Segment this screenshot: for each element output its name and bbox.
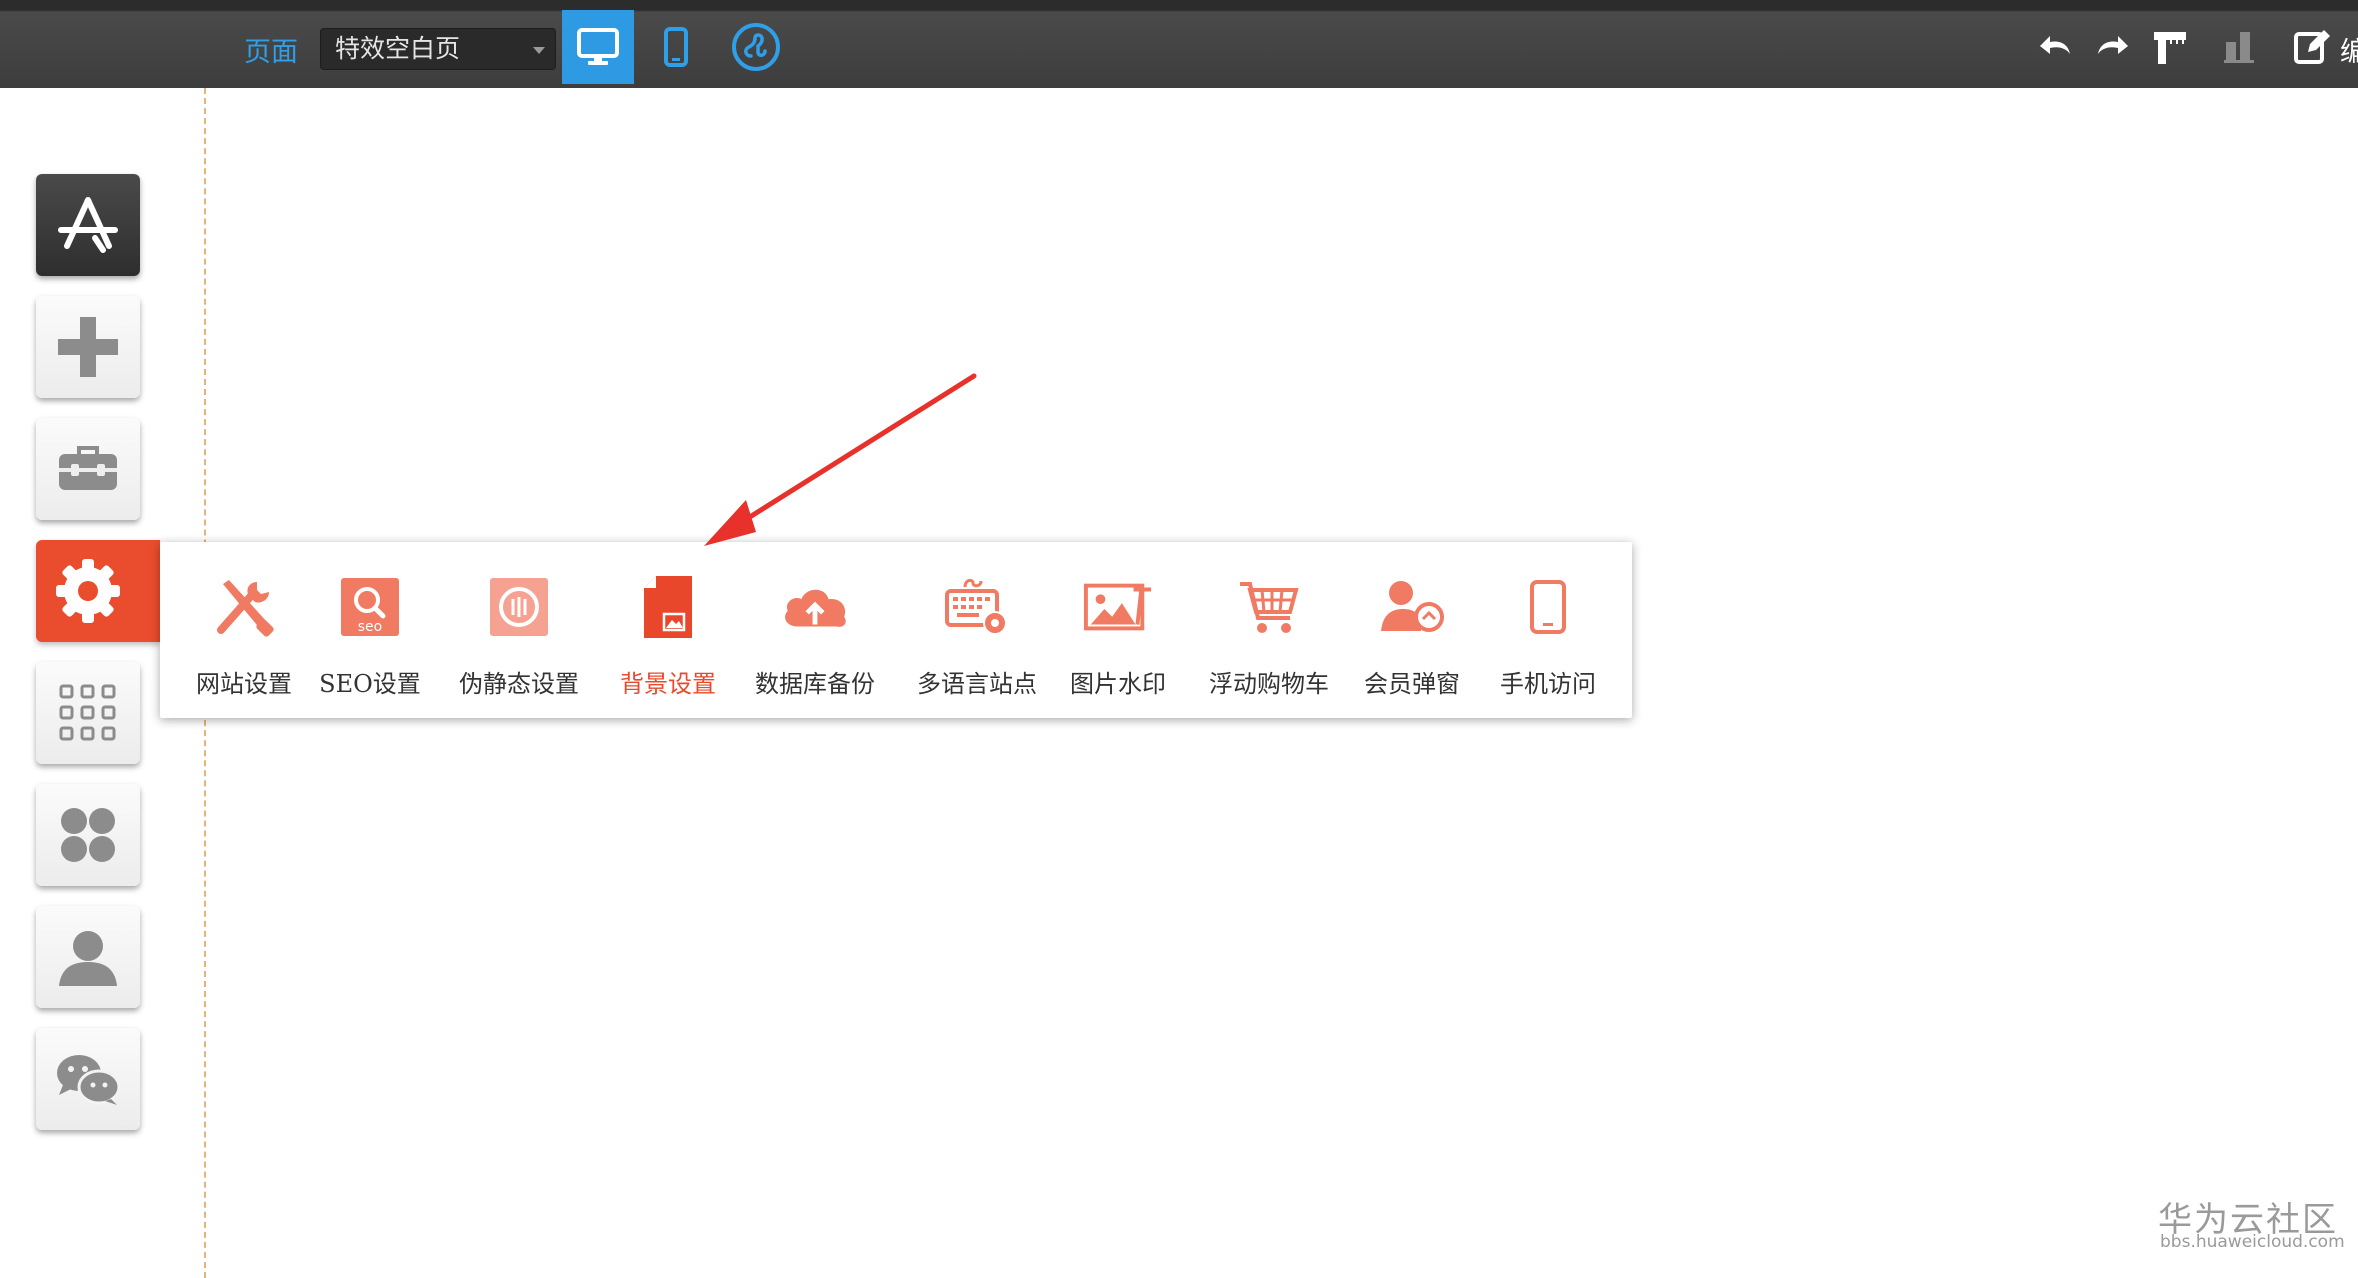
chevron-down-icon (533, 47, 545, 54)
menu-item-member-popup[interactable]: 会员弹窗 (1352, 572, 1472, 712)
mini-program-icon (732, 23, 780, 71)
mini-program-view-button[interactable] (720, 10, 792, 84)
page-label: 页面 (244, 37, 298, 68)
redo-icon[interactable] (2092, 26, 2132, 66)
seo-icon: seo (341, 578, 399, 636)
grid-icon (59, 684, 116, 741)
menu-item-label: 网站设置 (196, 670, 292, 698)
desktop-view-button[interactable] (562, 10, 634, 84)
sidebar-item-settings[interactable] (36, 540, 160, 642)
static-url-icon (490, 578, 548, 636)
cloud-upload-icon (785, 589, 846, 627)
gear-icon (56, 559, 120, 623)
sidebar-item-toolbox[interactable] (36, 418, 140, 520)
menu-item-background-settings[interactable]: 背景设置 (608, 572, 728, 712)
tools-icon (217, 580, 274, 637)
menu-item-seo-settings[interactable]: seo SEO设置 (310, 572, 430, 712)
mobile-view-button[interactable] (640, 10, 712, 84)
menu-item-db-backup[interactable]: 数据库备份 (740, 572, 890, 712)
top-toolbar: 页面 特效空白页 编 (0, 0, 2358, 88)
menu-item-label: 手机访问 (1500, 670, 1596, 698)
clover-icon (61, 808, 115, 862)
sidebar-item-app-store[interactable] (36, 174, 140, 276)
image-watermark-icon (1083, 583, 1152, 631)
menu-item-static-url[interactable]: 伪静态设置 (444, 572, 594, 712)
member-popup-icon (1381, 581, 1444, 632)
app-store-icon (58, 197, 118, 253)
menu-item-label: 多语言站点 (917, 670, 1037, 698)
undo-icon[interactable] (2036, 26, 2076, 66)
menu-item-label: 会员弹窗 (1364, 670, 1460, 698)
menu-item-label: SEO设置 (319, 670, 421, 698)
watermark-url: bbs.huaweicloud.com (2160, 1232, 2345, 1252)
menu-item-label: 浮动购物车 (1209, 670, 1329, 698)
sidebar-item-add[interactable] (36, 296, 140, 398)
settings-menu-popup: 网站设置 seo SEO设置 伪静态设置 背景设置 数据库备份 多语言站点 图片… (160, 542, 1632, 718)
plus-icon (58, 317, 118, 377)
annotation-arrow (704, 373, 977, 546)
menu-item-label: 背景设置 (620, 670, 716, 698)
background-file-icon (644, 576, 692, 638)
edit-icon[interactable] (2292, 26, 2332, 66)
cart-icon (1240, 582, 1299, 633)
desktop-icon (577, 28, 619, 65)
menu-item-mobile-access[interactable]: 手机访问 (1488, 572, 1608, 712)
menu-item-image-watermark[interactable]: 图片水印 (1058, 572, 1178, 712)
sidebar-item-apps[interactable] (36, 662, 140, 764)
menu-item-site-settings[interactable]: 网站设置 (184, 572, 304, 712)
menu-item-multilingual[interactable]: 多语言站点 (902, 572, 1052, 712)
toolbar-partial-label: 编 (2340, 37, 2358, 68)
phone-icon (1530, 580, 1566, 634)
menu-item-floating-cart[interactable]: 浮动购物车 (1194, 572, 1344, 712)
menu-item-label: 图片水印 (1070, 670, 1166, 698)
sidebar-item-wechat[interactable] (36, 1028, 140, 1130)
svg-text:seo: seo (358, 619, 382, 635)
toolbox-icon (59, 446, 117, 490)
menu-item-label: 伪静态设置 (459, 670, 579, 698)
mobile-icon (664, 27, 688, 67)
sidebar-item-plugins[interactable] (36, 784, 140, 886)
wechat-icon (57, 1055, 121, 1105)
menu-item-label: 数据库备份 (755, 670, 875, 698)
chart-icon[interactable] (2220, 26, 2260, 66)
keyboard-gear-icon (945, 578, 1007, 635)
sidebar-item-member[interactable] (36, 906, 140, 1008)
page-select[interactable]: 特效空白页 (320, 28, 556, 70)
user-icon (59, 931, 117, 986)
page-select-value: 特效空白页 (335, 34, 461, 63)
ruler-icon[interactable] (2150, 26, 2190, 66)
